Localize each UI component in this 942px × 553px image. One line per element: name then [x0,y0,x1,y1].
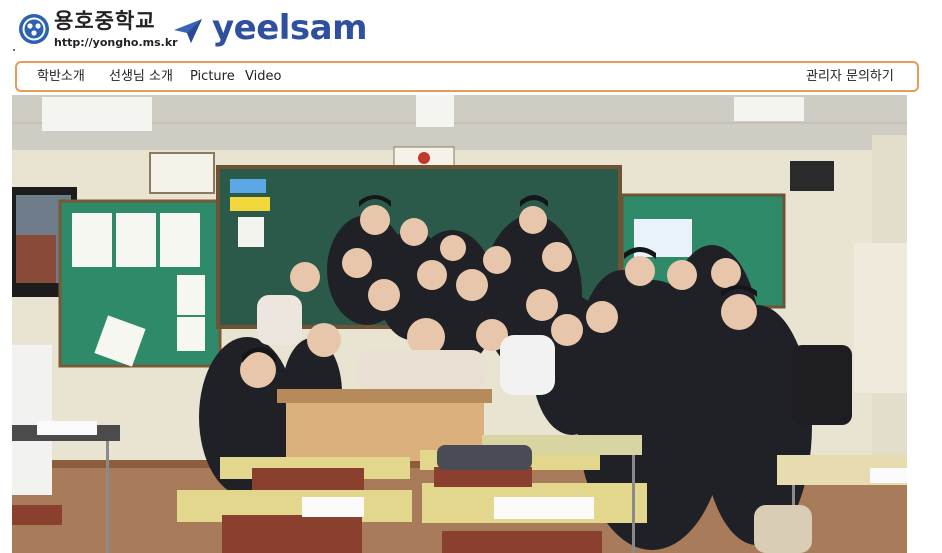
nav-item-class-intro[interactable]: 학반소개 [37,69,85,85]
class-group-photo [12,95,907,553]
school-name[interactable]: 용호중학교 [54,9,156,33]
main-nav: 학반소개 선생님 소개 Picture Video 관리자 문의하기 [15,61,919,92]
nav-item-picture[interactable]: Picture [190,69,235,85]
paper-plane-icon [174,19,202,43]
school-url[interactable]: http://yongho.ms.kr [54,37,178,49]
nav-item-admin-contact[interactable]: 관리자 문의하기 [806,69,894,85]
brand-logo-text[interactable]: yeelsam [212,6,368,50]
nav-item-teacher-intro[interactable]: 선생님 소개 [109,69,173,85]
school-emblem-icon[interactable] [18,13,50,45]
nav-item-video[interactable]: Video [245,69,281,85]
decorative-dot [13,49,15,51]
